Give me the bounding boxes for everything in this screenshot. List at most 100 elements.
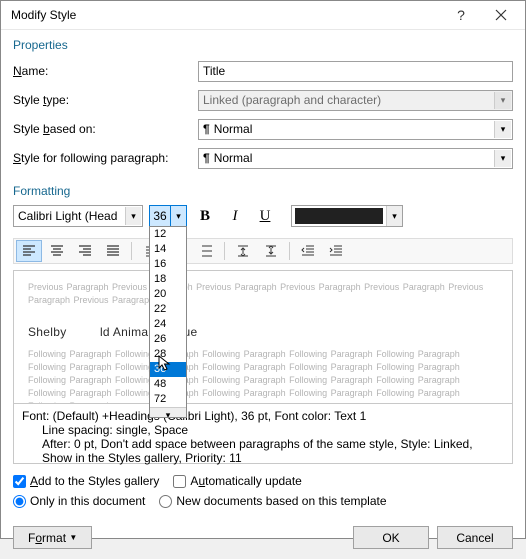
toolbar-separator — [131, 242, 132, 260]
indent-dec-icon — [300, 243, 316, 259]
only-this-doc-input[interactable] — [13, 495, 26, 508]
line-spacing-2-button[interactable] — [193, 240, 219, 262]
formatting-header: Formatting — [13, 184, 513, 198]
size-option[interactable]: 20 — [150, 287, 186, 302]
chevron-down-icon: ▼ — [69, 533, 77, 542]
cancel-button[interactable]: Cancel — [437, 526, 513, 549]
following-para-row: Style for following paragraph: ¶ Normal … — [13, 145, 513, 171]
only-this-doc-radio[interactable]: Only in this document — [13, 494, 145, 508]
chevron-down-icon[interactable]: ▾ — [386, 206, 402, 226]
size-option-selected[interactable]: 36 — [150, 362, 186, 377]
format-button[interactable]: Format ▼ — [13, 526, 92, 549]
toolbar-separator — [289, 242, 290, 260]
size-option[interactable]: 18 — [150, 272, 186, 287]
add-to-gallery-checkbox[interactable]: Add to the Styles gallery — [13, 474, 159, 488]
properties-header: Properties — [13, 38, 513, 52]
following-para-combo[interactable]: ¶ Normal ▾ — [198, 148, 513, 169]
chevron-down-icon: ▾ — [494, 92, 511, 109]
underline-button[interactable]: U — [253, 205, 277, 227]
following-para-value: Normal — [214, 151, 253, 165]
add-to-gallery-input[interactable] — [13, 475, 26, 488]
preview-following: Following Paragraph Following Paragraph … — [28, 348, 498, 404]
align-justify-button[interactable] — [100, 240, 126, 262]
decrease-indent-button[interactable] — [295, 240, 321, 262]
space-after-icon — [263, 243, 279, 259]
spacing-loose-icon — [198, 243, 214, 259]
style-based-label: Style based on: — [13, 122, 198, 136]
desc-line-1: Font: (Default) +Headings (Calibri Light… — [22, 409, 504, 423]
size-option[interactable]: 24 — [150, 317, 186, 332]
font-color-combo[interactable]: ▾ — [291, 205, 403, 227]
toolbar-separator — [224, 242, 225, 260]
style-type-combo: Linked (paragraph and character) ▾ — [198, 90, 513, 111]
size-option[interactable]: 16 — [150, 257, 186, 272]
new-docs-input[interactable] — [159, 495, 172, 508]
style-type-row: Style type: Linked (paragraph and charac… — [13, 87, 513, 113]
close-icon — [493, 7, 509, 23]
chevron-down-icon[interactable]: ▾ — [125, 207, 141, 225]
space-before-inc-button[interactable] — [230, 240, 256, 262]
preview-previous: Previous Paragraph Previous Paragraph Pr… — [28, 281, 498, 307]
size-option[interactable]: 72 — [150, 392, 186, 407]
scroll-down-icon[interactable]: ▾ — [150, 407, 186, 418]
font-size-combo[interactable]: 36 ▾ — [149, 205, 187, 227]
font-size-value: 36 — [150, 206, 170, 226]
ok-button[interactable]: OK — [353, 526, 429, 549]
help-button[interactable]: ? — [441, 1, 481, 29]
font-color-swatch — [295, 208, 383, 224]
paragraph-toolbar — [13, 238, 513, 264]
paragraph-icon: ¶ — [203, 151, 210, 165]
formatting-section: Formatting Calibri Light (Head ▾ 36 ▾ B … — [13, 184, 513, 464]
bold-button[interactable]: B — [193, 205, 217, 227]
style-type-value: Linked (paragraph and character) — [203, 93, 381, 107]
style-based-combo[interactable]: ¶ Normal ▾ — [198, 119, 513, 140]
space-before-icon — [235, 243, 251, 259]
align-center-icon — [49, 243, 65, 259]
size-option[interactable]: 48 — [150, 377, 186, 392]
new-docs-radio[interactable]: New documents based on this template — [159, 494, 386, 508]
name-input[interactable] — [198, 61, 513, 82]
font-toolbar: Calibri Light (Head ▾ 36 ▾ B I U ▾ 12 14 — [13, 204, 513, 228]
font-size-dropdown[interactable]: 12 14 16 18 20 22 24 26 28 36 48 72 ▾ — [149, 226, 187, 418]
dialog-footer: Format ▼ OK Cancel — [1, 516, 525, 559]
indent-inc-icon — [328, 243, 344, 259]
modify-style-dialog: Modify Style ? Properties Name: Style ty… — [0, 0, 526, 539]
preview-title: Shelby ld Animal Rescue — [28, 311, 498, 344]
increase-indent-button[interactable] — [323, 240, 349, 262]
paragraph-icon: ¶ — [203, 122, 210, 136]
name-label: Name: — [13, 64, 198, 78]
auto-update-input[interactable] — [173, 475, 186, 488]
size-option[interactable]: 22 — [150, 302, 186, 317]
name-row: Name: — [13, 58, 513, 84]
style-based-value: Normal — [214, 122, 253, 136]
size-option[interactable]: 26 — [150, 332, 186, 347]
align-center-button[interactable] — [44, 240, 70, 262]
size-option[interactable]: 28 — [150, 347, 186, 362]
close-button[interactable] — [481, 1, 521, 29]
chevron-down-icon[interactable]: ▾ — [494, 150, 511, 167]
font-family-value: Calibri Light (Head — [18, 209, 117, 223]
following-para-label: Style for following paragraph: — [13, 151, 198, 165]
size-option[interactable]: 12 — [150, 227, 186, 242]
align-right-icon — [77, 243, 93, 259]
style-based-row: Style based on: ¶ Normal ▾ — [13, 116, 513, 142]
align-justify-icon — [105, 243, 121, 259]
checkbox-row: Add to the Styles gallery Automatically … — [13, 474, 513, 488]
align-left-icon — [21, 243, 37, 259]
style-type-label: Style type: — [13, 93, 198, 107]
italic-button[interactable]: I — [223, 205, 247, 227]
titlebar: Modify Style ? — [1, 1, 525, 30]
align-left-button[interactable] — [16, 240, 42, 262]
dialog-content: Properties Name: Style type: Linked (par… — [1, 30, 525, 516]
font-family-combo[interactable]: Calibri Light (Head ▾ — [13, 205, 143, 227]
space-before-dec-button[interactable] — [258, 240, 284, 262]
preview-box: Previous Paragraph Previous Paragraph Pr… — [13, 270, 513, 404]
desc-line-3: After: 0 pt, Don't add space between par… — [22, 437, 504, 465]
chevron-down-icon[interactable]: ▾ — [170, 206, 186, 226]
align-right-button[interactable] — [72, 240, 98, 262]
radio-row: Only in this document New documents base… — [13, 494, 513, 508]
style-description: Font: (Default) +Headings (Calibri Light… — [13, 404, 513, 464]
size-option[interactable]: 14 — [150, 242, 186, 257]
chevron-down-icon[interactable]: ▾ — [494, 121, 511, 138]
auto-update-checkbox[interactable]: Automatically update — [173, 474, 301, 488]
